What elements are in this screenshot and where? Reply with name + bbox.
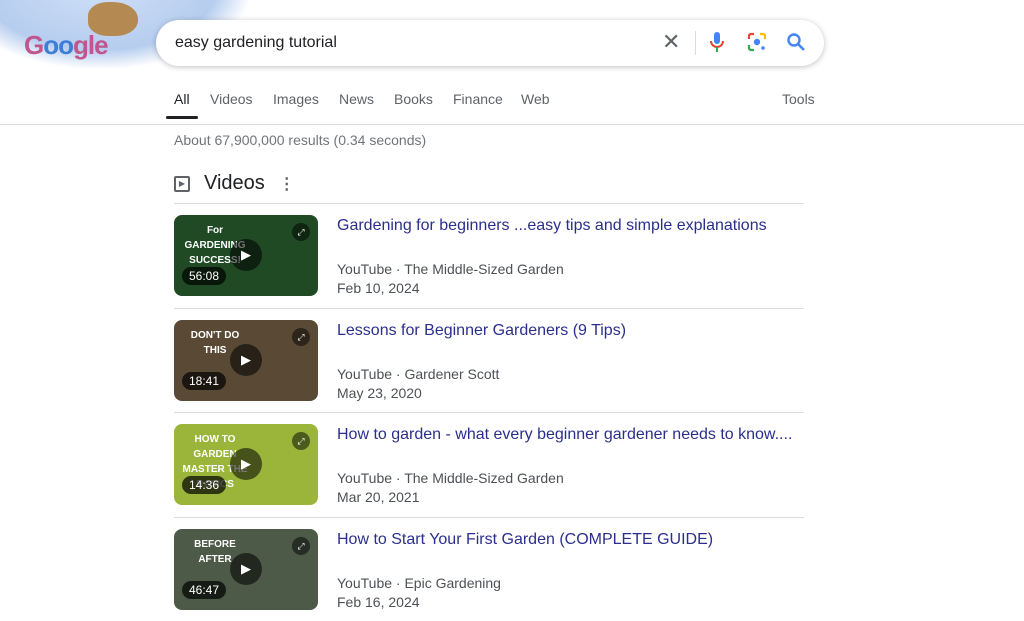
tab-news[interactable]: News: [339, 91, 374, 107]
tab-web[interactable]: Web: [521, 91, 550, 107]
video-title-link[interactable]: How to garden - what every beginner gard…: [337, 426, 792, 444]
play-icon[interactable]: ▶: [230, 448, 262, 480]
divider: [695, 31, 696, 55]
active-tab-indicator: [166, 116, 198, 119]
video-date: Mar 20, 2021: [337, 489, 420, 505]
source-name: YouTube: [337, 574, 393, 591]
video-source: YouTube · Epic Gardening: [337, 574, 501, 591]
channel-name: The Middle-Sized Garden: [404, 470, 564, 486]
channel-name: Gardener Scott: [404, 365, 500, 382]
video-icon: ▶: [174, 175, 190, 192]
result-stats: About 67,900,000 results (0.34 seconds): [174, 132, 427, 148]
video-thumbnail[interactable]: DON'T DO THIS ⤢ ▶ 18:41: [174, 319, 318, 401]
search-icon[interactable]: [786, 32, 806, 56]
more-options-icon[interactable]: ⋮: [279, 174, 295, 194]
video-date: May 23, 2020: [337, 384, 422, 401]
video-date: Feb 10, 2024: [337, 280, 420, 296]
video-duration: 56:08: [182, 267, 227, 285]
tab-all[interactable]: All: [174, 91, 190, 107]
play-icon[interactable]: ▶: [230, 343, 262, 376]
video-duration: 14:36: [182, 476, 227, 494]
video-source: YouTube · Gardener Scott: [337, 365, 500, 382]
source-name: YouTube: [337, 470, 393, 486]
source-name: YouTube: [337, 365, 393, 382]
divider: [0, 124, 1024, 125]
video-source: YouTube · The Middle-Sized Garden: [337, 261, 564, 277]
microphone-icon[interactable]: [710, 32, 724, 56]
video-title-link[interactable]: Lessons for Beginner Gardeners (9 Tips): [337, 322, 626, 340]
expand-icon[interactable]: ⤢: [292, 536, 310, 555]
source-name: YouTube: [337, 261, 393, 277]
video-thumbnail[interactable]: For GARDENING SUCCESS! ⤢ ▶ 56:08: [174, 215, 318, 296]
video-duration: 46:47: [182, 580, 227, 599]
search-box[interactable]: easy gardening tutorial ✕: [156, 20, 824, 66]
video-source: YouTube · The Middle-Sized Garden: [337, 470, 564, 486]
expand-icon[interactable]: ⤢: [292, 327, 310, 346]
video-result[interactable]: DON'T DO THIS ⤢ ▶ 18:41 Lessons for Begi…: [174, 307, 804, 412]
tab-finance[interactable]: Finance: [453, 91, 503, 107]
google-logo[interactable]: Google: [24, 30, 109, 61]
video-title-link[interactable]: How to Start Your First Garden (COMPLETE…: [337, 531, 713, 549]
play-icon[interactable]: ▶: [230, 239, 262, 271]
play-icon[interactable]: ▶: [230, 552, 262, 585]
video-result[interactable]: For GARDENING SUCCESS! ⤢ ▶ 56:08 Gardeni…: [174, 203, 804, 307]
channel-name: Epic Gardening: [404, 574, 501, 591]
video-result[interactable]: BEFORE AFTER ⤢ ▶ 46:47 How to Start Your…: [174, 516, 804, 621]
expand-icon[interactable]: ⤢: [292, 432, 310, 450]
video-title-link[interactable]: Gardening for beginners ...easy tips and…: [337, 217, 767, 235]
video-duration: 18:41: [182, 371, 227, 390]
video-date: Feb 16, 2024: [337, 593, 420, 610]
videos-section-header: ▶ Videos ⋮: [174, 172, 295, 195]
section-heading: Videos: [204, 172, 265, 194]
tab-books[interactable]: Books: [394, 91, 433, 107]
lens-icon[interactable]: [747, 32, 767, 56]
expand-icon[interactable]: ⤢: [292, 223, 310, 241]
clear-icon[interactable]: ✕: [662, 31, 680, 53]
search-input[interactable]: easy gardening tutorial: [175, 34, 337, 52]
video-thumbnail[interactable]: BEFORE AFTER ⤢ ▶ 46:47: [174, 528, 318, 610]
video-thumbnail[interactable]: HOW TO GARDEN MASTER THE BASICS ⤢ ▶ 14:3…: [174, 424, 318, 505]
channel-name: The Middle-Sized Garden: [404, 261, 564, 277]
tools-button[interactable]: Tools: [782, 91, 815, 107]
video-result[interactable]: HOW TO GARDEN MASTER THE BASICS ⤢ ▶ 14:3…: [174, 412, 804, 516]
tab-videos[interactable]: Videos: [210, 91, 253, 107]
tab-images[interactable]: Images: [273, 91, 319, 107]
